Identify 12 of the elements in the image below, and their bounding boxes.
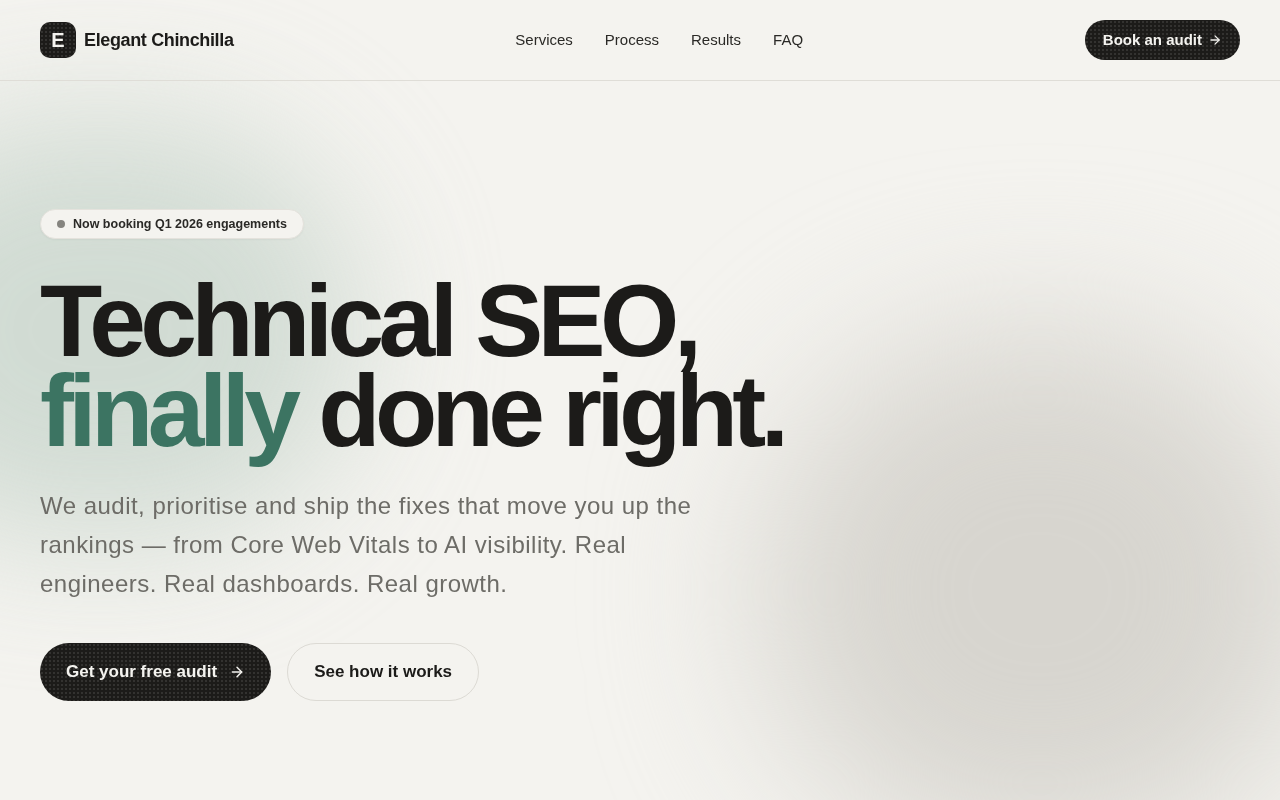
nav-link[interactable]: Process bbox=[604, 28, 659, 52]
hero-headline: Technical SEO, finally done right. bbox=[40, 276, 785, 470]
hero-description: We audit, prioritise and ship the fixes that move you up the rankings — from Core Web Vitals to AI visibility. Real engineers. Real dashboards. Real growth. bbox=[40, 491, 693, 599]
nav-link[interactable]: Results bbox=[691, 28, 742, 52]
nav-link[interactable]: FAQ bbox=[773, 28, 804, 52]
how-it-works-button[interactable]: See how it works bbox=[287, 643, 480, 701]
get-audit-button[interactable]: Get your free audit bbox=[40, 643, 272, 701]
logo-tile: E bbox=[40, 22, 76, 58]
nav-link[interactable]: Services bbox=[515, 28, 573, 52]
brand-name: Elegant Chinchilla bbox=[84, 28, 234, 52]
book-audit-button[interactable]: Book an audit bbox=[1084, 20, 1240, 60]
booking-badge: Now booking Q1 2026 engagements bbox=[40, 209, 304, 239]
